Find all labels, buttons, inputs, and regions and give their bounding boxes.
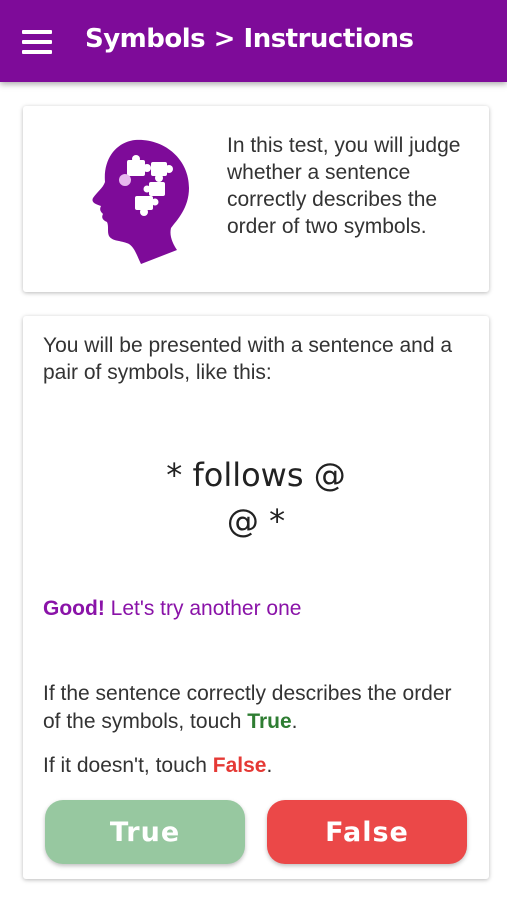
intro-card: In this test, you will judge whether a s…	[23, 106, 489, 292]
instruction-false-highlight: False	[212, 754, 267, 777]
instruction-false-post: .	[266, 754, 273, 777]
false-button[interactable]: False	[267, 800, 467, 864]
feedback-text: Good! Let's try another one	[43, 597, 301, 621]
instruction-false: If it doesn't, touch False.	[43, 754, 272, 778]
feedback-strong: Good!	[43, 597, 105, 620]
intro-text: In this test, you will judge whether a s…	[227, 134, 461, 238]
app-bar: Symbols > Instructions	[0, 0, 507, 82]
page-title: Symbols > Instructions	[85, 24, 414, 54]
instruction-true-highlight: True	[247, 710, 292, 733]
feedback-rest: Let's try another one	[104, 597, 302, 620]
instruction-true-post: .	[291, 710, 298, 733]
hamburger-menu-icon[interactable]	[22, 30, 52, 54]
example-sentence: * follows @	[166, 456, 346, 494]
brain-puzzle-icon	[92, 139, 189, 264]
true-button[interactable]: True	[45, 800, 245, 864]
presentation-text: You will be presented with a sentence an…	[43, 334, 453, 384]
example-symbols: @ *	[226, 502, 286, 540]
instruction-true: If the sentence correctly describes the …	[43, 680, 473, 736]
instruction-false-pre: If it doesn't, touch	[43, 754, 213, 777]
instructions-card: You will be presented with a sentence an…	[23, 316, 489, 879]
